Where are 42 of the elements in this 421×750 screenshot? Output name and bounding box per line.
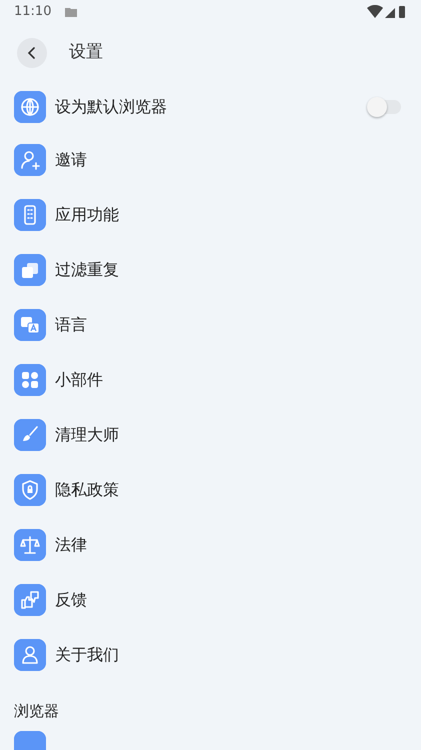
item-label: 语言 <box>55 314 87 336</box>
item-label: 过滤重复 <box>55 258 119 280</box>
item-label: 隐私政策 <box>55 478 119 500</box>
item-label: 设为默认浏览器 <box>55 96 167 118</box>
wifi-icon <box>367 5 383 18</box>
phone-grid-icon <box>14 198 46 230</box>
battery-icon <box>399 6 405 18</box>
settings-item[interactable]: 语言 <box>0 297 421 352</box>
person-icon <box>14 638 46 670</box>
settings-item[interactable]: 小部件 <box>0 352 421 407</box>
thumbs-icon <box>14 584 46 616</box>
settings-item[interactable]: 法律 <box>0 517 421 572</box>
back-button[interactable] <box>17 38 47 68</box>
settings-item[interactable]: 关于我们 <box>0 627 421 682</box>
settings-item[interactable]: 设为默认浏览器 <box>0 82 421 132</box>
add-user-icon <box>14 144 46 176</box>
settings-item[interactable]: 应用功能 <box>0 187 421 242</box>
section-title: 浏览器 <box>13 701 60 722</box>
signal-icon <box>385 8 395 18</box>
item-label: 反馈 <box>55 588 87 610</box>
globe-icon <box>14 91 46 123</box>
item-label: 小部件 <box>55 368 103 390</box>
toggle-switch[interactable] <box>369 100 401 114</box>
settings-item[interactable]: 邀请 <box>0 132 421 187</box>
item-label: 法律 <box>55 534 87 556</box>
scale-icon <box>14 528 46 560</box>
shield-lock-icon <box>14 474 46 506</box>
widgets-icon <box>14 364 46 396</box>
copy-icon <box>14 254 46 286</box>
settings-item[interactable]: 反馈 <box>0 572 421 627</box>
item-label: 清理大师 <box>55 424 119 446</box>
status-time: 11:10 <box>14 3 52 22</box>
item-label: 关于我们 <box>55 644 119 666</box>
folder-icon <box>65 7 78 17</box>
item-label: 邀请 <box>55 148 87 170</box>
settings-item[interactable]: 隐私政策 <box>0 462 421 517</box>
page-title: 设置 <box>69 41 103 64</box>
brush-icon <box>14 418 46 450</box>
item-label: 应用功能 <box>55 204 119 226</box>
settings-item[interactable]: 过滤重复 <box>0 242 421 297</box>
settings-item[interactable]: 清理大师 <box>0 407 421 462</box>
translate-icon <box>14 308 46 340</box>
